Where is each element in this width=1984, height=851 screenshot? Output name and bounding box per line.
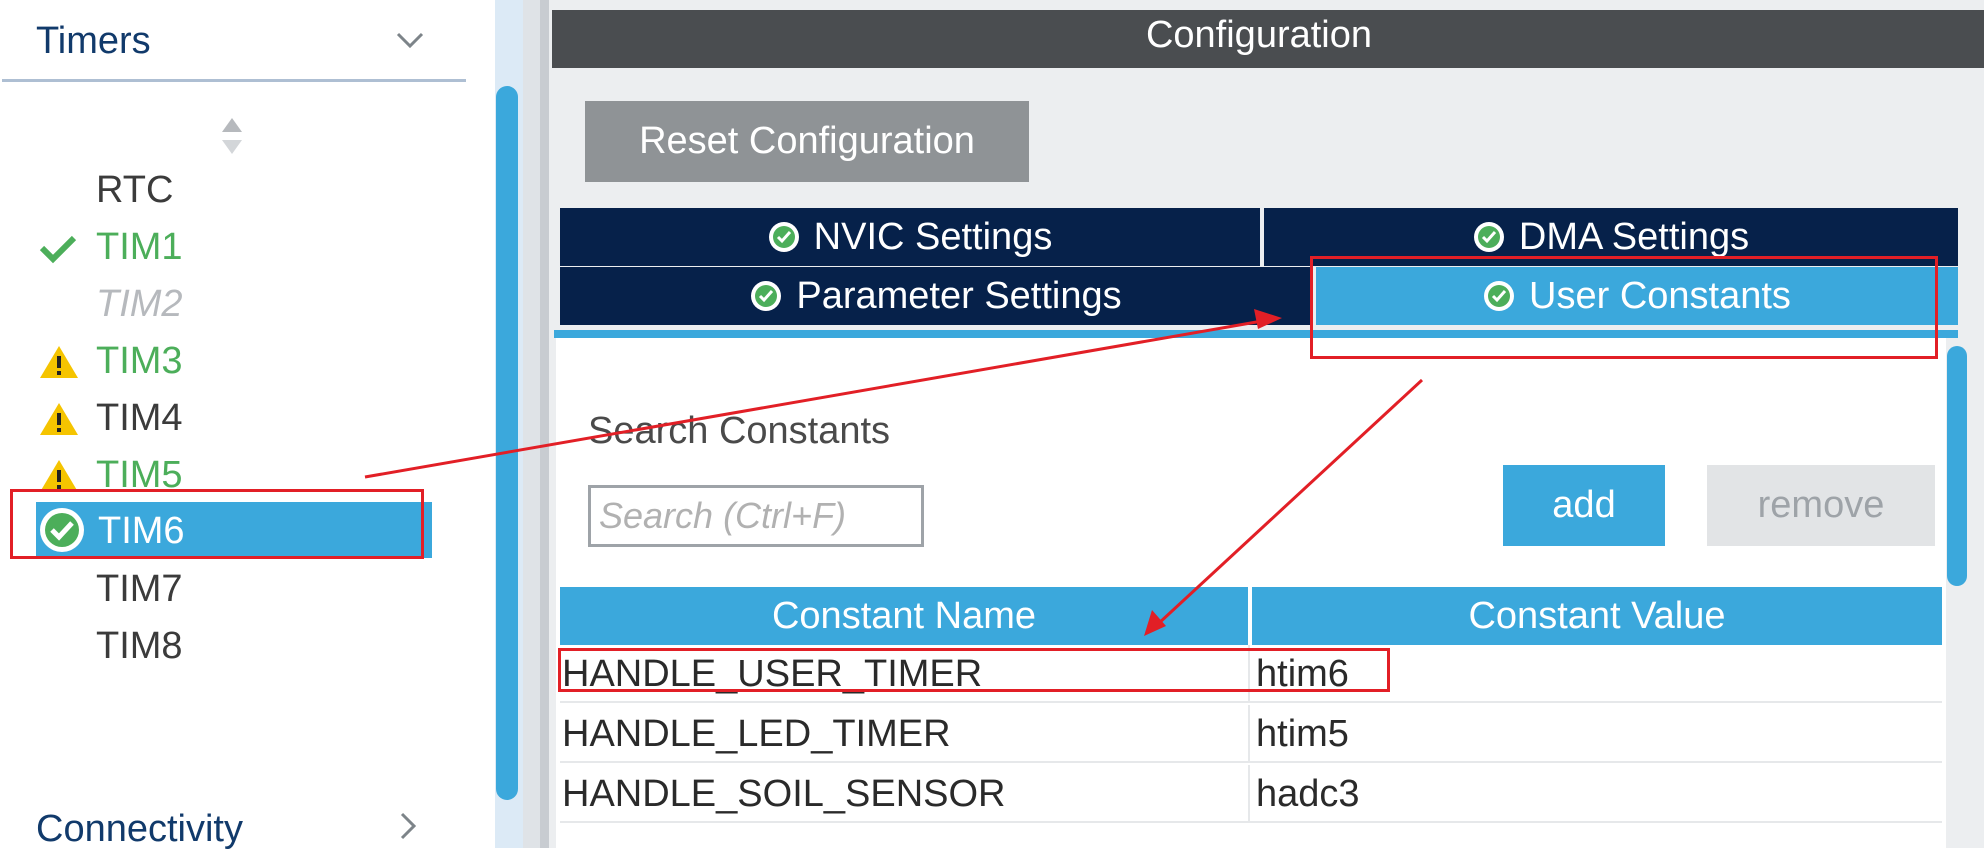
tree-item-rtc[interactable]: RTC xyxy=(0,163,432,215)
circle-check-icon xyxy=(1473,222,1504,252)
annotation-box-user-constants-tab xyxy=(1310,256,1938,359)
annotation-box-tim6 xyxy=(10,489,424,559)
tab-nvic-settings[interactable]: NVIC Settings xyxy=(560,208,1260,266)
configuration-title: Configuration xyxy=(1145,14,1373,56)
search-constants-label: Search Constants xyxy=(588,410,891,452)
circle-check-icon xyxy=(768,222,799,252)
chevron-down-icon[interactable] xyxy=(392,22,428,58)
tree-item-label: RTC xyxy=(96,169,174,211)
checkmark-icon xyxy=(39,235,77,264)
tree-item-label: TIM8 xyxy=(96,625,183,667)
add-button[interactable]: add xyxy=(1503,465,1665,546)
warning-icon xyxy=(40,403,78,435)
cell-constant-name[interactable]: HANDLE_LED_TIMER xyxy=(562,705,1250,761)
tree-item-label: TIM1 xyxy=(96,226,183,268)
reset-configuration-button[interactable]: Reset Configuration xyxy=(585,101,1029,182)
cell-constant-value[interactable]: hadc3 xyxy=(1256,765,1360,823)
tree-item-label: TIM2 xyxy=(96,283,183,325)
column-header-constant-name[interactable]: Constant Name xyxy=(560,587,1248,645)
warning-icon xyxy=(40,346,78,378)
cell-constant-value[interactable]: htim5 xyxy=(1256,705,1349,763)
content-scrollbar-thumb[interactable] xyxy=(1947,346,1967,586)
tree-item-tim3[interactable]: TIM3 xyxy=(0,334,432,386)
cell-constant-name[interactable]: HANDLE_SOIL_SENSOR xyxy=(562,765,1250,821)
search-input[interactable] xyxy=(588,485,924,547)
category-divider xyxy=(2,79,466,82)
tree-item-label: TIM7 xyxy=(96,568,183,610)
tree-item-tim4[interactable]: TIM4 xyxy=(0,391,432,443)
chevron-right-icon[interactable] xyxy=(396,808,420,844)
tree-item-tim2[interactable]: TIM2 xyxy=(0,277,432,329)
remove-button[interactable]: remove xyxy=(1707,465,1935,546)
tree-item-tim8[interactable]: TIM8 xyxy=(0,619,432,671)
tree-item-label: TIM4 xyxy=(96,397,183,439)
table-row[interactable]: HANDLE_SOIL_SENSOR hadc3 xyxy=(560,765,1942,823)
tree-item-tim1[interactable]: TIM1 xyxy=(0,220,432,272)
category-header-timers[interactable]: Timers xyxy=(0,0,470,82)
tab-label: Parameter Settings xyxy=(796,275,1122,317)
circle-check-icon xyxy=(751,281,782,311)
table-row[interactable]: HANDLE_LED_TIMER htim5 xyxy=(560,705,1942,763)
sidebar-scrollbar-thumb[interactable] xyxy=(496,86,518,800)
tree-item-tim7[interactable]: TIM7 xyxy=(0,562,432,614)
column-header-constant-value[interactable]: Constant Value xyxy=(1252,587,1942,645)
tab-label: NVIC Settings xyxy=(813,216,1053,258)
sort-icon[interactable] xyxy=(218,116,246,156)
annotation-box-user-timer-row xyxy=(558,648,1390,692)
category-title-connectivity[interactable]: Connectivity xyxy=(36,808,243,851)
peripheral-sidebar: Timers RTC TIM1 TIM2 TIM3 TIM4 TIM5 TIM6… xyxy=(0,0,495,851)
tab-parameter-settings[interactable]: Parameter Settings xyxy=(560,267,1312,325)
tree-item-label: TIM3 xyxy=(96,340,183,382)
category-title: Timers xyxy=(36,20,151,62)
